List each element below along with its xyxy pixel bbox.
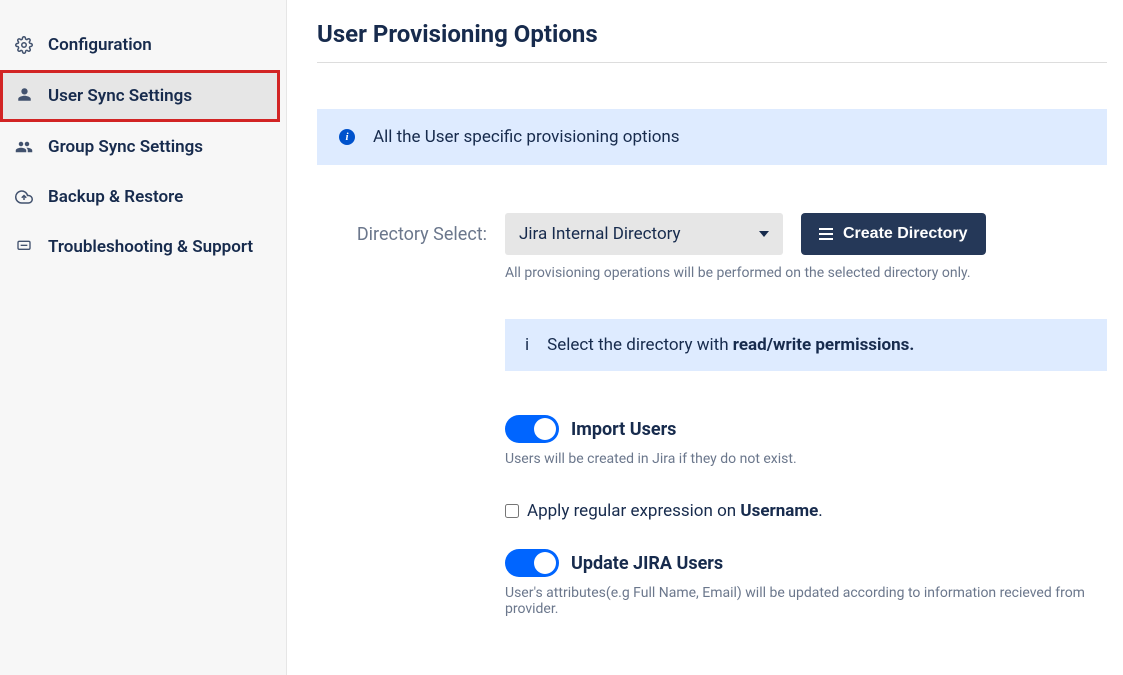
directory-select-row: Directory Select: Jira Internal Director… [347,213,1107,255]
directory-select-value: Jira Internal Directory [519,224,681,244]
update-users-label: Update JIRA Users [571,553,723,574]
info-banner-top: i All the User specific provisioning opt… [317,109,1107,165]
sidebar: Configuration User Sync Settings Group S… [0,0,287,675]
update-users-helper: User's attributes(e.g Full Name, Email) … [505,585,1107,617]
info-icon: i [525,335,529,355]
sidebar-item-user-sync[interactable]: User Sync Settings [3,73,277,119]
info-banner-text: All the User specific provisioning optio… [373,127,680,147]
sidebar-item-label: Configuration [48,34,152,56]
form-area: Directory Select: Jira Internal Director… [347,213,1107,617]
info-icon: i [339,129,355,145]
update-users-row: Update JIRA Users [505,549,1107,577]
gear-icon [14,36,34,54]
menu-icon [819,228,833,240]
cloud-icon [14,188,34,206]
user-icon [14,87,34,102]
sidebar-highlight: User Sync Settings [0,70,280,122]
permission-hint: Select the directory with read/write per… [547,335,914,355]
import-users-row: Import Users [505,415,1107,443]
page-title: User Provisioning Options [317,20,1107,63]
create-directory-button[interactable]: Create Directory [801,213,986,255]
sidebar-item-backup-restore[interactable]: Backup & Restore [0,172,286,222]
sidebar-item-configuration[interactable]: Configuration [0,20,286,70]
update-users-toggle[interactable] [505,549,559,577]
regex-label: Apply regular expression on Username. [527,501,823,521]
sidebar-item-label: Group Sync Settings [48,136,203,158]
info-banner-permissions: i Select the directory with read/write p… [505,319,1107,371]
sidebar-item-label: User Sync Settings [48,85,192,107]
import-users-label: Import Users [571,419,676,440]
chat-icon [14,238,34,254]
create-directory-label: Create Directory [843,225,968,243]
sidebar-item-group-sync[interactable]: Group Sync Settings [0,122,286,172]
import-users-toggle[interactable] [505,415,559,443]
directory-helper-text: All provisioning operations will be perf… [505,265,1107,281]
main-content: User Provisioning Options i All the User… [287,0,1123,675]
sidebar-item-troubleshooting[interactable]: Troubleshooting & Support [0,222,286,272]
sidebar-item-label: Troubleshooting & Support [48,236,270,258]
regex-checkbox-row: Apply regular expression on Username. [505,501,1107,521]
users-icon [14,138,34,156]
sidebar-item-label: Backup & Restore [48,186,183,208]
regex-checkbox[interactable] [505,504,519,518]
import-users-helper: Users will be created in Jira if they do… [505,451,1107,467]
directory-select-label: Directory Select: [347,224,487,245]
directory-select-dropdown[interactable]: Jira Internal Directory [505,213,783,255]
